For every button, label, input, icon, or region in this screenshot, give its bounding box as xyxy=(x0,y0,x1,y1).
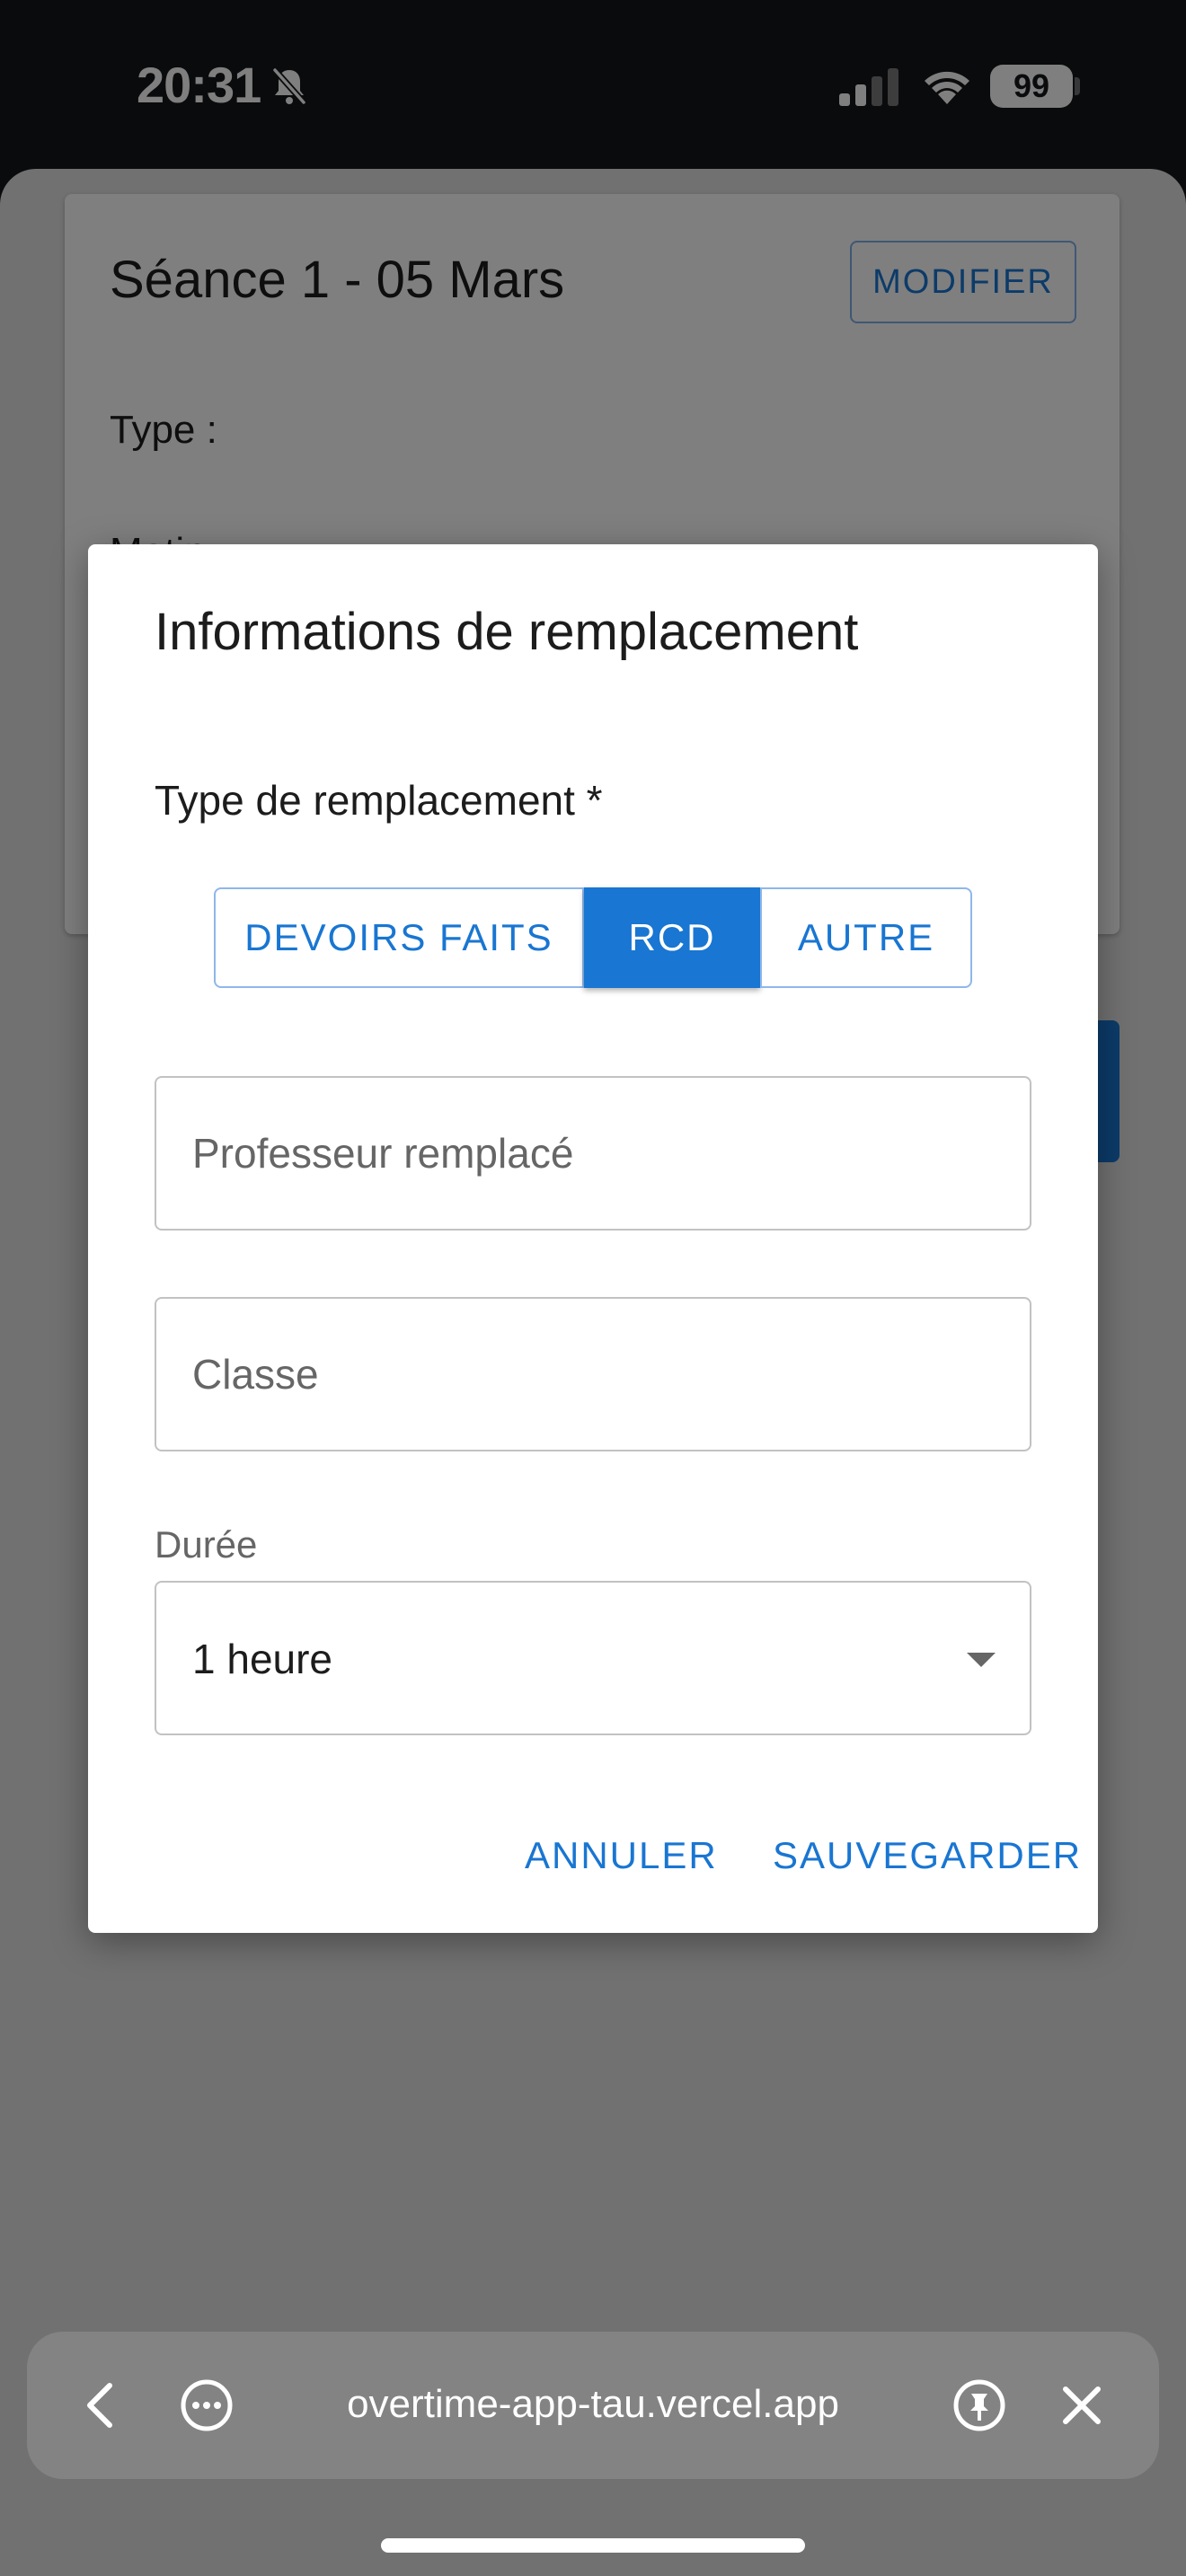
duration-value: 1 heure xyxy=(192,1636,333,1682)
replacement-type-label: Type de remplacement * xyxy=(155,777,603,824)
pin-icon[interactable] xyxy=(952,2378,1006,2432)
replacement-type-toggle: DEVOIRS FAITS RCD AUTRE xyxy=(214,887,972,988)
home-indicator xyxy=(381,2538,805,2553)
duration-select[interactable]: 1 heure xyxy=(155,1581,1031,1735)
duration-label: Durée xyxy=(155,1523,258,1566)
dropdown-arrow-icon xyxy=(967,1653,996,1667)
browser-toolbar: overtime-app-tau.vercel.app xyxy=(27,2332,1159,2479)
replaced-teacher-field xyxy=(155,1076,1031,1231)
option-autre[interactable]: AUTRE xyxy=(760,887,972,988)
class-field xyxy=(155,1297,1031,1451)
class-input[interactable] xyxy=(192,1299,1001,1450)
cancel-button[interactable]: ANNULER xyxy=(525,1834,718,1877)
replaced-teacher-input[interactable] xyxy=(192,1078,1001,1229)
close-icon[interactable] xyxy=(1060,2384,1103,2427)
option-devoirs-faits[interactable]: DEVOIRS FAITS xyxy=(214,887,584,988)
save-button[interactable]: SAUVEGARDER xyxy=(773,1834,1082,1877)
option-rcd[interactable]: RCD xyxy=(584,887,760,988)
dialog-title: Informations de remplacement xyxy=(155,603,859,661)
replacement-dialog: Informations de remplacement Type de rem… xyxy=(88,544,1098,1933)
